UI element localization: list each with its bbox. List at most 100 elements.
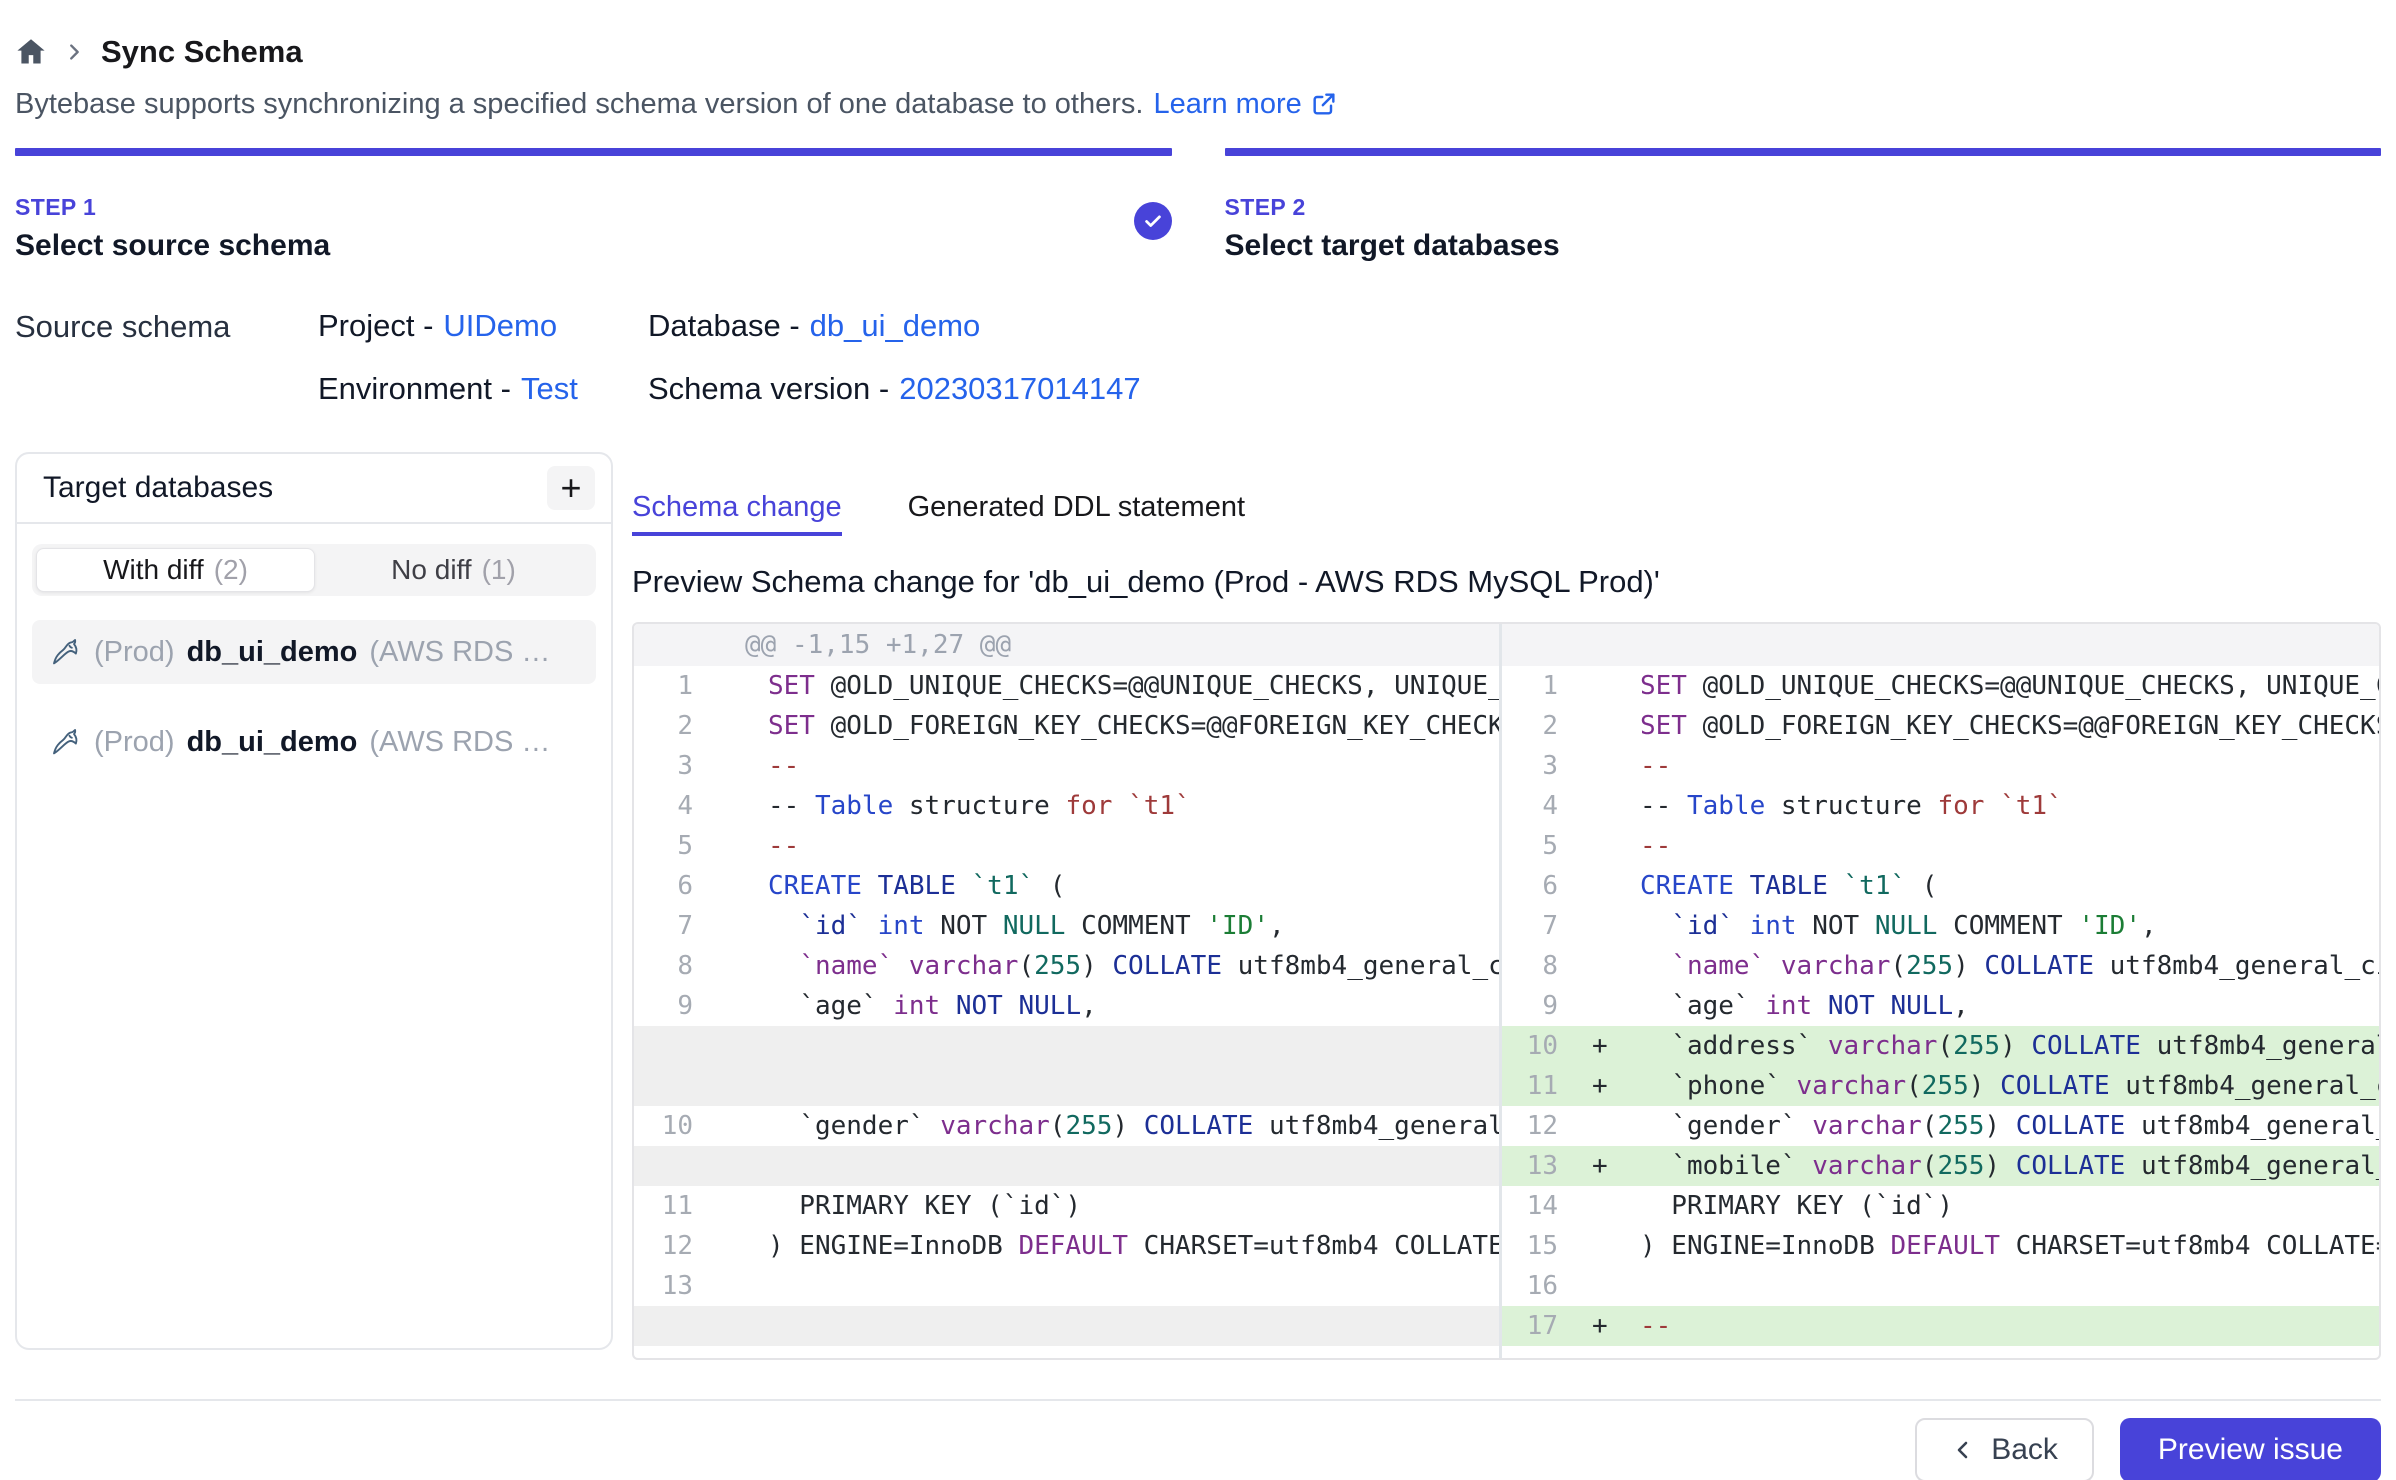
step-2-label: STEP 2 [1225,194,1560,221]
line-number: 5 [634,826,705,866]
diff-code-row: 6 CREATE TABLE `t1` ( [1502,866,2379,906]
diff-code-row: 13+ `mobile` varchar(255) COLLATE utf8mb… [1502,1146,2379,1186]
diff-filter-segmented-control: With diff (2) No diff (1) [32,544,596,596]
diff-placeholder-row [634,1306,1499,1346]
line-number: 9 [1502,986,1572,1026]
diff-code-row: 5-- [634,826,1499,866]
project-link[interactable]: UIDemo [443,308,557,344]
external-link-icon [1310,90,1338,118]
code-line: `name` varchar(255) COLLATE utf8mb4_gene… [1640,946,2379,986]
diff-code-row: 7 `id` int NOT NULL COMMENT 'ID', [634,906,1499,946]
diff-code-row: 15 ) ENGINE=InnoDB DEFAULT CHARSET=utf8mb… [1502,1226,2379,1266]
line-number: 13 [1502,1146,1572,1186]
page-description: Bytebase supports synchronizing a specif… [15,86,2381,122]
line-number: 6 [1502,866,1572,906]
code-line: SET @OLD_UNIQUE_CHECKS=@@UNIQUE_CHECKS, … [768,666,1499,706]
tab-generated-ddl[interactable]: Generated DDL statement [908,491,1245,536]
diff-code-row: 10 `gender` varchar(255) COLLATE utf8mb4… [634,1106,1499,1146]
code-line: SET @OLD_UNIQUE_CHECKS=@@UNIQUE_CHECKS, … [1640,666,2379,706]
step-1-label: STEP 1 [15,194,330,221]
page-title: Sync Schema [101,34,303,70]
line-number: 12 [1502,1106,1572,1146]
mysql-icon [50,726,82,758]
chevron-left-icon [1951,1438,1975,1462]
source-environment: Environment - Test [318,371,648,407]
diff-placeholder-row [634,1146,1499,1186]
diff-code-row: 9 `age` int NOT NULL, [634,986,1499,1026]
line-number: 1 [634,666,705,706]
diff-code-row: 7 `id` int NOT NULL COMMENT 'ID', [1502,906,2379,946]
diff-code-row: 3-- [1502,746,2379,786]
source-schema-label: Source schema [15,308,318,407]
line-number: 3 [634,746,705,786]
target-database-list: (Prod) db_ui_demo (AWS RDS MySQL Prod) (… [32,620,596,774]
diff-code-row: 8 `name` varchar(255) COLLATE utf8mb4_ge… [1502,946,2379,986]
code-line: ) ENGINE=InnoDB DEFAULT CHARSET=utf8mb4 … [1640,1226,2379,1266]
line-number: 2 [634,706,705,746]
code-line: -- Table structure for `t1` [1640,786,2379,826]
diff-code-row: 17+-- [1502,1306,2379,1346]
tab-no-diff[interactable]: No diff (1) [315,548,592,592]
environment-link[interactable]: Test [521,371,578,407]
tab-with-diff[interactable]: With diff (2) [36,548,315,592]
code-line: ) ENGINE=InnoDB DEFAULT CHARSET=utf8mb4 … [768,1226,1499,1266]
line-number: 5 [1502,826,1572,866]
breadcrumb-chevron-icon [63,41,85,63]
schema-version-link[interactable]: 20230317014147 [899,371,1140,407]
code-line: SET @OLD_FOREIGN_KEY_CHECKS=@@FOREIGN_KE… [1640,706,2379,746]
diff-code-row: 14 PRIMARY KEY (`id`) [1502,1186,2379,1226]
diff-code-row: 16 [1502,1266,2379,1306]
line-number: 15 [1502,1226,1572,1266]
step-2-progress-bar [1225,148,2382,156]
sync-schema-page: Sync Schema Bytebase supports synchroniz… [0,0,2396,1480]
code-line: `name` varchar(255) COLLATE utf8mb4_gene… [768,946,1499,986]
diff-code-row: 2SET @OLD_FOREIGN_KEY_CHECKS=@@FOREIGN_K… [1502,706,2379,746]
step-1-progress-bar [15,148,1172,156]
diff-add-marker: + [1572,1066,1640,1106]
line-number: 11 [634,1186,705,1226]
diff-code-row: 12 `gender` varchar(255) COLLATE utf8mb4… [1502,1106,2379,1146]
line-number: 4 [1502,786,1572,826]
code-line: `age` int NOT NULL, [768,986,1499,1026]
line-number: 7 [634,906,705,946]
source-schema-version: Schema version - 20230317014147 [648,371,1141,407]
diff-code-row: 1SET @OLD_UNIQUE_CHECKS=@@UNIQUE_CHECKS,… [1502,666,2379,706]
code-line: `age` int NOT NULL, [1640,986,2379,1026]
diff-code-row: 8 `name` varchar(255) COLLATE utf8mb4_ge… [634,946,1499,986]
line-number: 10 [1502,1026,1572,1066]
code-line: -- [1640,1306,2379,1346]
tab-schema-change[interactable]: Schema change [632,491,842,536]
code-line: `address` varchar(255) COLLATE utf8mb4_g… [1640,1026,2379,1066]
diff-add-marker: + [1572,1306,1640,1346]
home-icon[interactable] [15,36,47,68]
diff-hunk-header-spacer [1502,624,2379,666]
target-database-item[interactable]: (Prod) db_ui_demo (AWS RDS MySQL Prod) [32,710,596,774]
diff-code-row: 2SET @OLD_FOREIGN_KEY_CHECKS=@@FOREIGN_K… [634,706,1499,746]
diff-placeholder-row [634,1066,1499,1106]
learn-more-link[interactable]: Learn more [1153,88,1337,121]
step-2-column: STEP 2 Select target databases [1225,148,2382,263]
line-number: 17 [1502,1306,1572,1346]
add-target-database-button[interactable]: + [547,466,595,510]
code-line: `id` int NOT NULL COMMENT 'ID', [768,906,1499,946]
code-line: CREATE TABLE `t1` ( [1640,866,2379,906]
line-number: 8 [1502,946,1572,986]
diff-hunk-header: @@ -1,15 +1,27 @@ [634,624,1499,666]
diff-add-marker: + [1572,1146,1640,1186]
line-number: 11 [1502,1066,1572,1106]
database-link[interactable]: db_ui_demo [810,308,981,344]
line-number: 14 [1502,1186,1572,1226]
breadcrumb: Sync Schema [15,32,2381,72]
code-line: -- [1640,746,2379,786]
back-button[interactable]: Back [1915,1418,2094,1480]
description-text: Bytebase supports synchronizing a specif… [15,88,1143,121]
diff-code-row: 9 `age` int NOT NULL, [1502,986,2379,1026]
preview-issue-button[interactable]: Preview issue [2120,1418,2381,1480]
target-database-item[interactable]: (Prod) db_ui_demo (AWS RDS MySQL Prod) [32,620,596,684]
preview-tabs: Schema change Generated DDL statement [632,452,2381,536]
code-line: `gender` varchar(255) COLLATE utf8mb4_ge… [768,1106,1499,1146]
step-1-column: STEP 1 Select source schema [15,148,1172,263]
step-1-title: Select source schema [15,229,330,263]
line-number: 6 [634,866,705,906]
source-schema-section: Source schema Project - UIDemo Database … [15,308,2381,407]
